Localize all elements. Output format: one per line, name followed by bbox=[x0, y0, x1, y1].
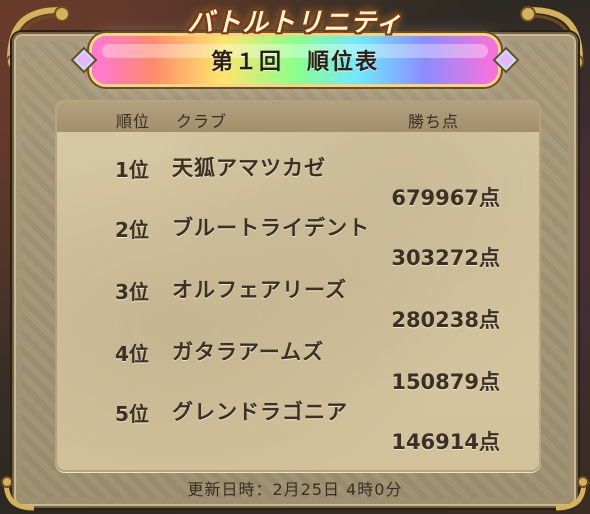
row-points: 303272点 bbox=[391, 246, 500, 270]
row-club: ブルートライデント bbox=[172, 216, 370, 240]
header-club: クラブ bbox=[176, 112, 228, 131]
row-rank: 1位 bbox=[115, 158, 149, 182]
row-club: グレンドラゴニア bbox=[172, 400, 348, 424]
row-rank: 2位 bbox=[115, 218, 149, 242]
row-points: 280238点 bbox=[391, 308, 500, 332]
game-title: バトルトリニティ bbox=[187, 8, 403, 38]
row-rank: 4位 bbox=[115, 342, 149, 366]
header-points: 勝ち点 bbox=[408, 112, 460, 131]
row-club: オルフェアリーズ bbox=[172, 278, 347, 302]
row-points: 150879点 bbox=[391, 370, 500, 394]
row-points: 679967点 bbox=[391, 186, 500, 210]
header-rank: 順位 bbox=[116, 112, 151, 131]
row-rank: 3位 bbox=[115, 280, 149, 304]
board-title: 第１回 順位表 bbox=[210, 50, 379, 75]
standings-screen: 第１回 順位表 バトルトリニティ 順位 クラブ 勝ち点 1位 天狐アマツカゼ 6… bbox=[0, 0, 590, 514]
updated-timestamp: 更新日時：2月25日 4時0分 bbox=[187, 480, 403, 499]
row-rank: 5位 bbox=[115, 402, 149, 426]
ornament-bottom-left-icon bbox=[1, 476, 35, 511]
row-club: ガタラアームズ bbox=[172, 340, 325, 364]
ornament-bottom-right-icon bbox=[555, 476, 589, 511]
row-points: 146914点 bbox=[391, 430, 500, 454]
row-club: 天狐アマツカゼ bbox=[172, 156, 326, 180]
gem-left-icon bbox=[70, 46, 98, 74]
gem-right-icon bbox=[492, 46, 520, 74]
